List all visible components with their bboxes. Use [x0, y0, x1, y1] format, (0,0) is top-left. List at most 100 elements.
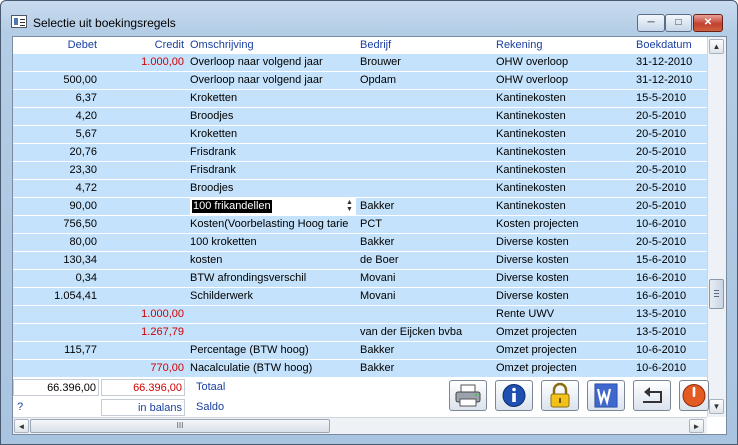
rekening-cell[interactable]: Omzet projecten — [496, 342, 632, 359]
vertical-scroll-thumb[interactable] — [709, 279, 724, 309]
table-row[interactable]: 4,20 Broodjes Kantinekosten 20-5-2010 — [13, 108, 707, 126]
omschrijving-cell[interactable]: Kroketten — [190, 126, 356, 143]
boekdatum-cell[interactable]: 13-5-2010 — [636, 324, 706, 341]
boekdatum-cell[interactable]: 20-5-2010 — [636, 144, 706, 161]
rekening-cell[interactable]: OHW overloop — [496, 54, 632, 71]
boekdatum-cell[interactable]: 15-6-2010 — [636, 252, 706, 269]
table-row[interactable]: 1.267,79 van der Eijcken bvba Omzet projec… — [13, 324, 707, 342]
debet-cell[interactable]: 6,37 — [13, 90, 97, 107]
boekdatum-cell[interactable]: 16-6-2010 — [636, 288, 706, 305]
bedrijf-cell[interactable] — [360, 90, 492, 107]
omschrijving-cell[interactable]: Broodjes — [190, 108, 356, 125]
table-row[interactable]: 4,72 Broodjes Kantinekosten 20-5-2010 — [13, 180, 707, 198]
bedrijf-cell[interactable]: Opdam — [360, 72, 492, 89]
bedrijf-cell[interactable]: Bakker — [360, 234, 492, 251]
rekening-cell[interactable]: Diverse kosten — [496, 288, 632, 305]
rekening-cell[interactable]: OHW overloop — [496, 72, 632, 89]
table-row[interactable]: 500,00 Overloop naar volgend jaar Opdam OHW… — [13, 72, 707, 90]
table-row[interactable]: 0,34 BTW afrondingsverschil Movani Diverse … — [13, 270, 707, 288]
scroll-up-button[interactable]: ▲ — [709, 39, 724, 54]
table-row[interactable]: 5,67 Kroketten Kantinekosten 20-5-2010 — [13, 126, 707, 144]
boekdatum-cell[interactable]: 20-5-2010 — [636, 108, 706, 125]
debet-cell[interactable]: 80,00 — [13, 234, 97, 251]
rekening-cell[interactable]: Kantinekosten — [496, 180, 632, 197]
bedrijf-cell[interactable] — [360, 108, 492, 125]
omschrijving-cell[interactable]: Overloop naar volgend jaar — [190, 54, 356, 71]
credit-cell[interactable]: 770,00 — [99, 360, 184, 377]
debet-cell[interactable]: 20,76 — [13, 144, 97, 161]
bedrijf-cell[interactable] — [360, 180, 492, 197]
rekening-cell[interactable]: Kantinekosten — [496, 144, 632, 161]
boekdatum-cell[interactable]: 10-6-2010 — [636, 216, 706, 233]
debet-cell[interactable]: 0,34 — [13, 270, 97, 287]
bedrijf-cell[interactable]: Bakker — [360, 342, 492, 359]
debet-cell[interactable] — [13, 324, 97, 341]
table-row[interactable]: 80,00 100 kroketten Bakker Diverse kosten 20… — [13, 234, 707, 252]
debet-cell[interactable] — [13, 360, 97, 377]
bedrijf-cell[interactable]: Brouwer — [360, 54, 492, 71]
credit-cell[interactable] — [99, 126, 184, 143]
debet-cell[interactable] — [13, 306, 97, 323]
credit-cell[interactable] — [99, 162, 184, 179]
table-row[interactable]: 90,00 100 frikandellen ▲ ▼ Bakker Kantinekost… — [13, 198, 707, 216]
lock-button[interactable] — [541, 380, 579, 411]
debet-cell[interactable]: 90,00 — [13, 198, 97, 215]
minimize-button[interactable]: ─ — [637, 14, 665, 32]
rekening-cell[interactable]: Kantinekosten — [496, 198, 632, 215]
rekening-cell[interactable]: Kantinekosten — [496, 108, 632, 125]
maximize-button[interactable]: □ — [665, 14, 692, 32]
rekening-cell[interactable]: Rente UWV — [496, 306, 632, 323]
rekening-cell[interactable]: Kantinekosten — [496, 126, 632, 143]
table-row[interactable]: 130,34 kosten de Boer Diverse kosten 15-6-20… — [13, 252, 707, 270]
boekdatum-cell[interactable]: 10-6-2010 — [636, 360, 706, 377]
print-button[interactable] — [449, 380, 487, 411]
boekdatum-cell[interactable]: 20-5-2010 — [636, 162, 706, 179]
debet-cell[interactable]: 1.054,41 — [13, 288, 97, 305]
omschrijving-cell[interactable]: 100 kroketten — [190, 234, 356, 251]
table-row[interactable]: 770,00 Nacalculatie (BTW hoog) Bakker Omzet… — [13, 360, 707, 378]
debet-cell[interactable]: 5,67 — [13, 126, 97, 143]
table-row[interactable]: 1.054,41 Schilderwerk Movani Diverse kosten… — [13, 288, 707, 306]
column-header-bedrijf[interactable]: Bedrijf — [360, 37, 492, 53]
bedrijf-cell[interactable]: de Boer — [360, 252, 492, 269]
debet-cell[interactable]: 23,30 — [13, 162, 97, 179]
rekening-cell[interactable]: Kantinekosten — [496, 162, 632, 179]
boekdatum-cell[interactable]: 20-5-2010 — [636, 198, 706, 215]
boekdatum-cell[interactable]: 20-5-2010 — [636, 234, 706, 251]
bedrijf-cell[interactable]: PCT — [360, 216, 492, 233]
credit-cell[interactable] — [99, 90, 184, 107]
table-row[interactable]: 6,37 Kroketten Kantinekosten 15-5-2010 — [13, 90, 707, 108]
omschrijving-cell[interactable]: kosten — [190, 252, 356, 269]
credit-cell[interactable] — [99, 198, 184, 215]
omschrijving-cell[interactable]: Kroketten — [190, 90, 356, 107]
debet-cell[interactable]: 4,20 — [13, 108, 97, 125]
scroll-left-button[interactable]: ◄ — [14, 419, 29, 433]
omschrijving-cell[interactable]: Kosten(Voorbelasting Hoog tarie — [190, 216, 356, 233]
rekening-cell[interactable]: Diverse kosten — [496, 252, 632, 269]
column-header-debet[interactable]: Debet — [13, 37, 97, 53]
bedrijf-cell[interactable]: Bakker — [360, 198, 492, 215]
table-row[interactable]: 1.000,00 Overloop naar volgend jaar Brouwe… — [13, 54, 707, 72]
rekening-cell[interactable]: Diverse kosten — [496, 270, 632, 287]
debet-cell[interactable]: 756,50 — [13, 216, 97, 233]
rekening-cell[interactable]: Kantinekosten — [496, 90, 632, 107]
omschrijving-cell[interactable]: Broodjes — [190, 180, 356, 197]
credit-cell[interactable] — [99, 252, 184, 269]
selected-text[interactable]: 100 frikandellen — [192, 200, 272, 213]
omschrijving-cell[interactable]: Nacalculatie (BTW hoog) — [190, 360, 356, 377]
bedrijf-cell[interactable] — [360, 144, 492, 161]
debet-cell[interactable]: 4,72 — [13, 180, 97, 197]
column-header-omschrijving[interactable]: Omschrijving — [190, 37, 356, 53]
omschrijving-cell[interactable]: BTW afrondingsverschil — [190, 270, 356, 287]
omschrijving-cell[interactable]: Frisdrank — [190, 162, 356, 179]
bedrijf-cell[interactable] — [360, 306, 492, 323]
rekening-cell[interactable]: Omzet projecten — [496, 360, 632, 377]
close-button[interactable]: ✕ — [693, 14, 723, 32]
boekdatum-cell[interactable]: 16-6-2010 — [636, 270, 706, 287]
omschrijving-edit-field[interactable]: 100 frikandellen ▲ ▼ — [190, 198, 356, 215]
column-header-rekening[interactable]: Rekening — [496, 37, 632, 53]
bedrijf-cell[interactable]: Bakker — [360, 360, 492, 377]
boekdatum-cell[interactable]: 31-12-2010 — [636, 54, 706, 71]
table-row[interactable]: 115,77 Percentage (BTW hoog) Bakker Omzet p… — [13, 342, 707, 360]
title-bar[interactable]: Selectie uit boekingsregels ─ □ ✕ — [1, 1, 737, 35]
